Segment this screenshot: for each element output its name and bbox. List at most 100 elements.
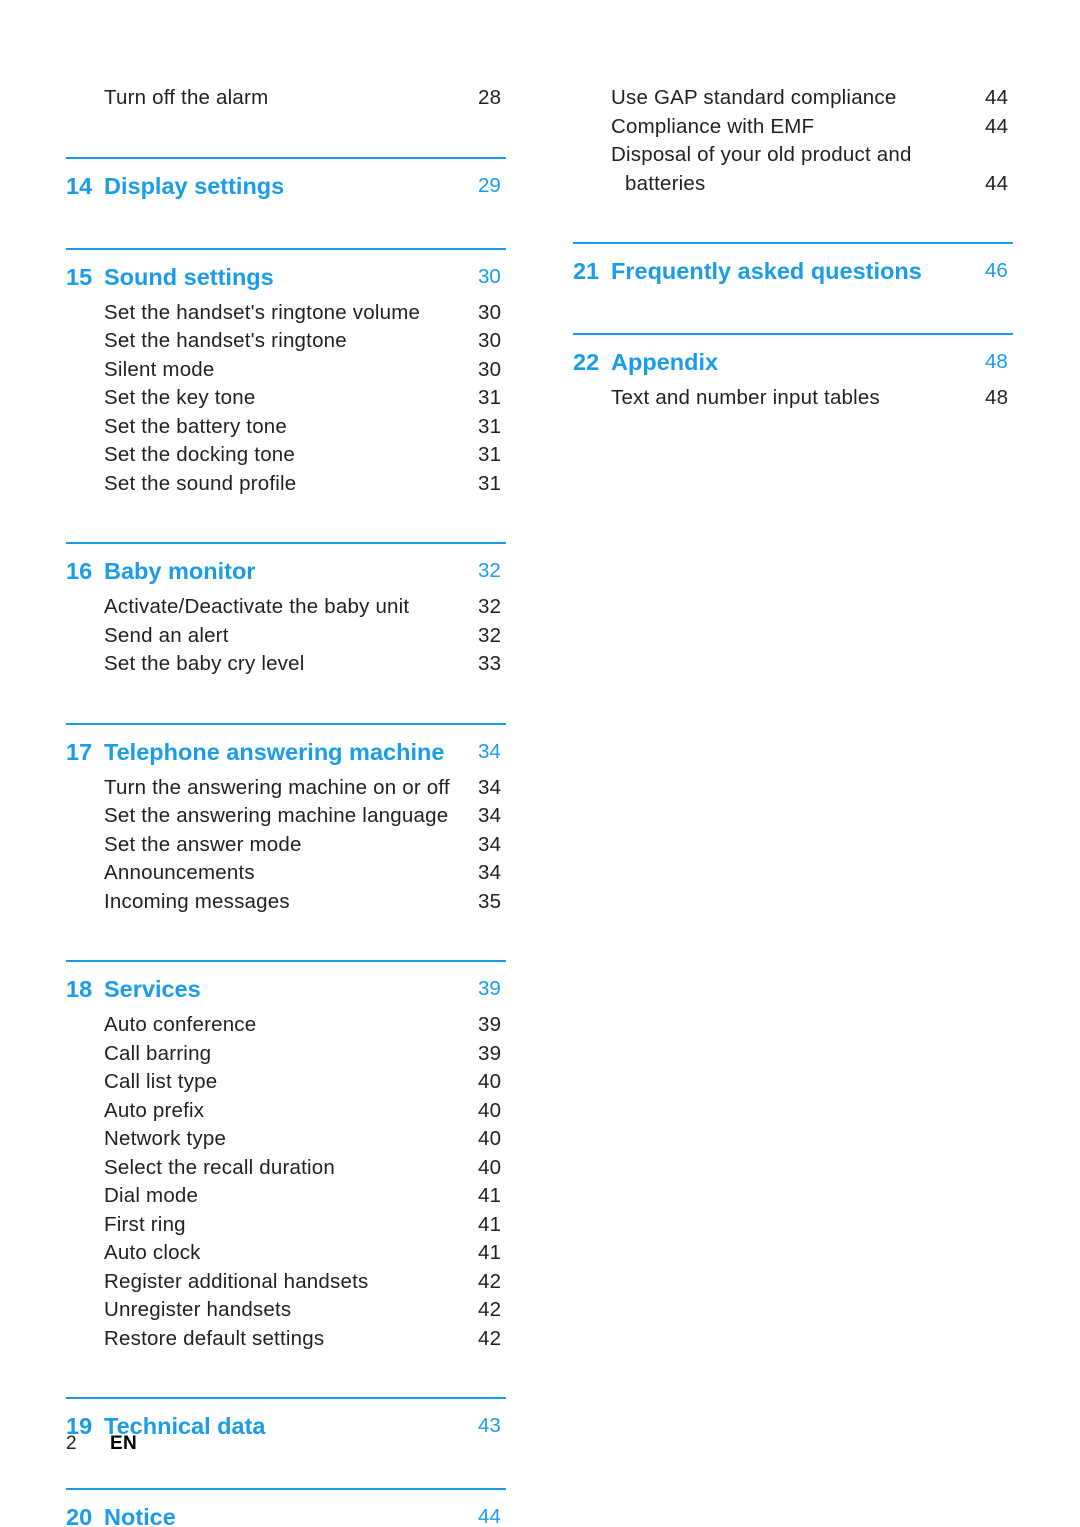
- toc-entry[interactable]: Send an alert 32: [66, 622, 506, 651]
- toc-entry[interactable]: Set the answering machine language 34: [66, 802, 506, 831]
- toc-entry[interactable]: Turn off the alarm 28: [66, 84, 506, 113]
- toc-entry[interactable]: Dial mode 41: [66, 1182, 506, 1211]
- toc-entry[interactable]: Auto prefix 40: [66, 1097, 506, 1126]
- chapter-heading[interactable]: 21 Frequently asked questions 46: [573, 253, 1013, 289]
- toc-entry[interactable]: Use GAP standard compliance 44: [573, 84, 1013, 113]
- toc-entry[interactable]: Set the key tone 31: [66, 384, 506, 413]
- chapter-number: 15: [66, 263, 93, 290]
- toc-entry-label: batteries: [625, 171, 706, 195]
- toc-entry-label: Set the baby cry level: [104, 652, 305, 675]
- toc-entry[interactable]: Call barring 39: [66, 1040, 506, 1069]
- toc-entry-label: Set the answering machine language: [104, 804, 449, 827]
- chapter-title: Sound settings: [104, 263, 274, 290]
- toc-entry[interactable]: First ring 41: [66, 1211, 506, 1240]
- toc-entry[interactable]: Set the handset's ringtone 30: [66, 327, 506, 356]
- chapter-page: 32: [478, 559, 501, 582]
- toc-entry-page: 32: [478, 623, 502, 647]
- toc-columns: Turn off the alarm 28 14 Display settings 2…: [0, 84, 1080, 1527]
- toc-entry[interactable]: Restore default settings 42: [66, 1325, 506, 1354]
- toc-entry[interactable]: Unregister handsets 42: [66, 1296, 506, 1325]
- toc-entry-label: Disposal of your old product and: [611, 143, 912, 166]
- toc-entry[interactable]: Set the answer mode 34: [66, 831, 506, 860]
- toc-entry-label: Turn the answering machine on or off: [104, 775, 450, 799]
- toc-entry-page: 35: [478, 889, 502, 913]
- toc-entry[interactable]: Activate/Deactivate the baby unit 32: [66, 593, 506, 622]
- toc-entry-page: 34: [478, 832, 502, 856]
- toc-entry-label: Call list type: [104, 1070, 218, 1093]
- toc-entry-label: Compliance with EMF: [611, 114, 815, 138]
- chapter-page: 30: [478, 264, 501, 288]
- chapter-title: Baby monitor: [104, 558, 256, 584]
- toc-entry[interactable]: Incoming messages 35: [66, 888, 506, 917]
- toc-entry[interactable]: Silent mode 30: [66, 356, 506, 385]
- toc-entry[interactable]: Network type 40: [66, 1125, 506, 1154]
- toc-entry-page: 40: [478, 1098, 502, 1122]
- toc-entry[interactable]: Set the sound profile 31: [66, 470, 506, 499]
- toc-entry-label: Set the handset's ringtone volume: [104, 300, 421, 324]
- chapter-heading[interactable]: 16 Baby monitor 32: [66, 553, 506, 589]
- toc-entry-label: Unregister handsets: [104, 1298, 292, 1321]
- toc-entry-page: 34: [478, 804, 502, 827]
- page-footer: 2 EN: [66, 1431, 466, 1457]
- chapter-page: 29: [478, 173, 501, 197]
- chapter-number: 18: [66, 976, 93, 1002]
- toc-entry-page: 39: [478, 1041, 502, 1065]
- toc-entry[interactable]: Text and number input tables 48: [573, 384, 1013, 413]
- toc-entry-page: 39: [478, 1013, 502, 1036]
- toc-entry[interactable]: batteries 44: [573, 170, 1013, 199]
- chapter-heading[interactable]: 20 Notice 44: [66, 1499, 506, 1527]
- toc-entry-label: Dial mode: [104, 1184, 199, 1207]
- toc-column-right: Use GAP standard compliance 44 Compliance …: [573, 84, 1013, 413]
- toc-page: Turn off the alarm 28 14 Display settings 2…: [0, 0, 1080, 1527]
- toc-entry[interactable]: Auto clock 41: [66, 1239, 506, 1268]
- toc-entry-label: Set the key tone: [104, 386, 256, 409]
- toc-entry[interactable]: Set the battery tone 31: [66, 413, 506, 442]
- chapter-number: 22: [573, 349, 600, 375]
- toc-entry[interactable]: Set the handset's ringtone volume 30: [66, 299, 506, 328]
- toc-entry-label: Network type: [104, 1127, 227, 1150]
- chapter-heading[interactable]: 14 Display settings 29: [66, 168, 506, 204]
- chapter-title: Frequently asked questions: [611, 258, 922, 284]
- toc-entry-label: Set the battery tone: [104, 414, 288, 438]
- toc-entry-label: Auto clock: [104, 1241, 201, 1264]
- toc-entry[interactable]: Auto conference 39: [66, 1011, 506, 1040]
- toc-entry[interactable]: Select the recall duration 40: [66, 1154, 506, 1183]
- chapter-heading[interactable]: 22 Appendix 48: [573, 344, 1013, 380]
- chapter-page: 43: [478, 1414, 501, 1437]
- toc-entry-label: Restore default settings: [104, 1326, 325, 1350]
- toc-entry-label: Call barring: [104, 1041, 212, 1065]
- toc-entry[interactable]: Call list type 40: [66, 1068, 506, 1097]
- toc-entry[interactable]: Set the baby cry level 33: [66, 650, 506, 679]
- chapter-number: 17: [66, 738, 93, 765]
- toc-entry[interactable]: Turn the answering machine on or off 34: [66, 774, 506, 803]
- toc-entry-label: Text and number input tables: [611, 386, 880, 409]
- toc-entry-page: 31: [478, 471, 502, 495]
- toc-entry[interactable]: Set the docking tone 31: [66, 441, 506, 470]
- chapter-heading[interactable]: 17 Telephone answering machine 34: [66, 734, 506, 770]
- toc-entry[interactable]: Compliance with EMF 44: [573, 113, 1013, 142]
- toc-entry[interactable]: Announcements 34: [66, 859, 506, 888]
- toc-entry[interactable]: Disposal of your old product and: [573, 141, 1013, 170]
- toc-entry-label: Set the sound profile: [104, 471, 297, 495]
- toc-entry-page: 42: [478, 1298, 502, 1321]
- toc-entry-page: 44: [985, 171, 1009, 195]
- toc-entry-page: 44: [985, 86, 1009, 109]
- left-chapters: 14 Display settings 29 15 Sound settings 30 Se…: [66, 113, 506, 1527]
- right-chapters: 21 Frequently asked questions 46 22 Appendix…: [573, 198, 1013, 413]
- chapter-heading[interactable]: 15 Sound settings 30: [66, 259, 506, 295]
- chapter-heading[interactable]: 18 Services 39: [66, 971, 506, 1007]
- toc-entry[interactable]: Register additional handsets 42: [66, 1268, 506, 1297]
